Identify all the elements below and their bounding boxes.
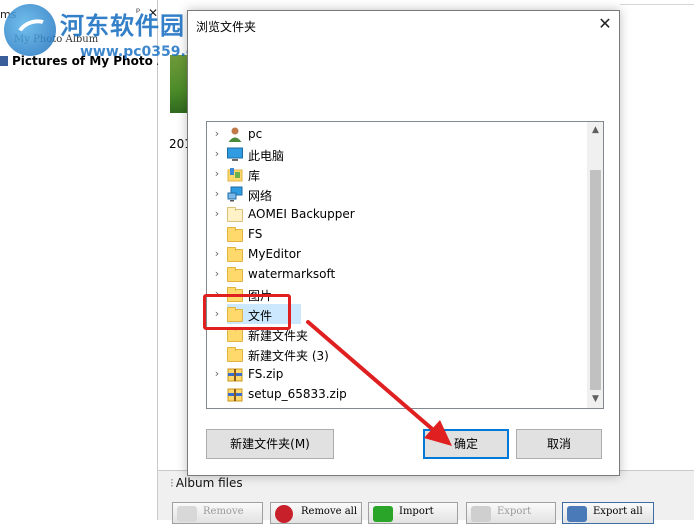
chevron-right-icon[interactable]: › [212,367,222,381]
scroll-up-icon[interactable]: ▲ [587,122,603,139]
tree-item-watermarksoft[interactable]: › watermarksoft [207,264,587,284]
photo-thumbnail[interactable] [170,55,188,113]
chevron-right-icon[interactable]: › [212,247,222,261]
tree-item-label: FS [248,227,263,241]
tree-item-label: AOMEI Backupper [248,207,355,221]
import-button[interactable]: Import [368,502,458,524]
tree-item-pc[interactable]: › pc [207,124,587,144]
scroll-down-icon[interactable]: ▼ [587,391,603,408]
tree-item-label: pc [248,127,263,141]
tree-item-library[interactable]: › 库 [207,164,587,184]
annotation-highlight-box [203,294,291,330]
chevron-right-icon[interactable]: › [212,147,222,161]
tree-item-fs[interactable]: FS [207,224,587,244]
folder-icon [227,206,243,222]
tree-item-label: 网络 [248,189,273,203]
album-panel: ms ᵖ ✕ My Photo Album Pictures of My Pho… [0,0,166,520]
tree-item-label: watermarksoft [248,267,336,281]
chevron-right-icon[interactable]: › [212,127,222,141]
album-files-label: ⁝ Album files [170,476,243,490]
computer-icon [227,146,243,162]
tree-item-label: setup_65833.zip [248,387,347,401]
remove-all-button[interactable]: Remove all [270,502,362,524]
folder-icon [227,266,243,282]
zip-icon [227,366,243,382]
tree-item-label: 此电脑 [248,149,285,163]
zip-icon [227,386,243,402]
chevron-right-icon[interactable]: › [212,187,222,201]
user-icon [227,126,243,142]
tree-item-this-pc[interactable]: › 此电脑 [207,144,587,164]
tree-item-new-folder-3[interactable]: 新建文件夹 (3) [207,344,587,364]
watermark-logo-icon [4,4,56,56]
tree-item-myeditor[interactable]: › MyEditor [207,244,587,264]
tree-item-label: 新建文件夹 (3) [248,349,329,363]
folder-tree-rows: › pc › 此电脑 › 库 › 网络 › AOMEI Backupper FS… [207,124,587,404]
tree-item-network[interactable]: › 网络 [207,184,587,204]
tree-item-setup-zip[interactable]: setup_65833.zip [207,384,587,404]
watermark-url: www.pc0359.cn [80,44,205,60]
watermark: 河东软件园 www.pc0359.cn [2,2,205,62]
tree-item-label: MyEditor [248,247,301,261]
remove-button[interactable]: Remove [172,502,263,524]
ok-button[interactable]: 确定 [423,429,509,459]
watermark-title: 河东软件园 [60,12,185,40]
folder-tree[interactable]: › pc › 此电脑 › 库 › 网络 › AOMEI Backupper FS… [206,121,604,409]
folder-icon [227,346,243,362]
close-icon[interactable]: ✕ [593,13,617,35]
remove-all-icon [275,505,293,523]
chevron-right-icon[interactable]: › [212,167,222,181]
tree-item-label: 库 [248,169,261,183]
export-button[interactable]: Export [466,502,556,524]
tree-scrollbar[interactable]: ▲ ▼ [587,122,603,408]
library-icon [227,166,243,182]
divider [620,4,694,5]
cancel-button[interactable]: 取消 [516,429,602,459]
tree-item-fs-zip[interactable]: › FS.zip [207,364,587,384]
browse-folder-dialog: 浏览文件夹 ✕ › pc › 此电脑 › 库 › 网络 › AOMEI Back… [187,10,620,476]
folder-icon [227,246,243,262]
tree-item-aomei[interactable]: › AOMEI Backupper [207,204,587,224]
network-icon [227,186,243,202]
scrollbar-thumb[interactable] [590,170,601,390]
chevron-right-icon[interactable]: › [212,207,222,221]
export-all-button[interactable]: Export all [562,502,654,524]
dialog-title: 浏览文件夹 [196,20,257,34]
tree-item-label: FS.zip [248,367,284,381]
chevron-right-icon[interactable]: › [212,267,222,281]
folder-icon [227,226,243,242]
new-folder-button[interactable]: 新建文件夹(M) [206,429,334,459]
